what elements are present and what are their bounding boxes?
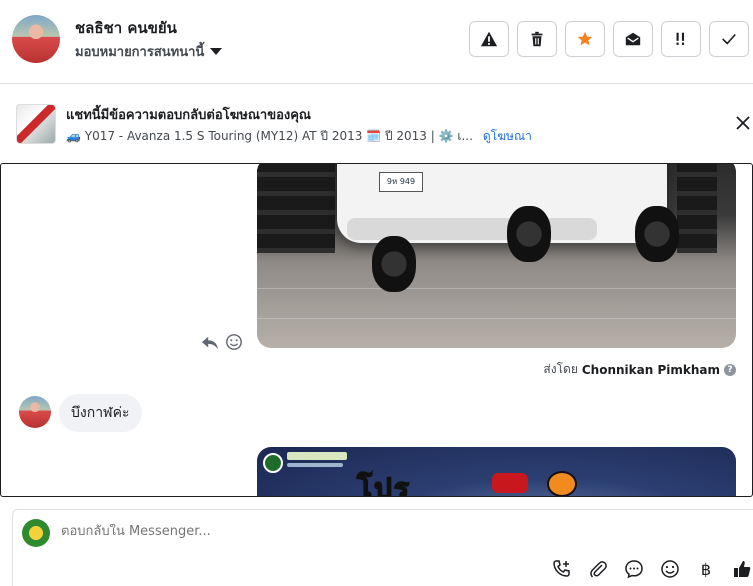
- like-button[interactable]: [731, 558, 753, 580]
- react-emoji-icon[interactable]: [225, 333, 243, 351]
- check-icon: [722, 33, 736, 45]
- ad-reply-banner: แชทนี้มีข้อความตอบกลับต่อโฆษณาของคุณ 🚙 Y…: [0, 96, 753, 154]
- mark-done-button[interactable]: [709, 21, 749, 57]
- page-avatar: [22, 519, 50, 547]
- pumpkin-graphic: [547, 471, 577, 496]
- reply-icon[interactable]: [201, 335, 219, 351]
- tire-stack-image: [677, 164, 717, 253]
- emoji-button[interactable]: [659, 558, 681, 580]
- customer-avatar[interactable]: [19, 396, 51, 428]
- help-icon[interactable]: ?: [724, 363, 736, 376]
- star-icon: [577, 31, 593, 46]
- contact-avatar[interactable]: [12, 15, 60, 63]
- trash-icon: [531, 31, 543, 47]
- wheel-image: [635, 206, 679, 262]
- license-plate: 9ห 949: [379, 172, 423, 192]
- delete-button[interactable]: [517, 21, 557, 57]
- mark-unread-button[interactable]: [613, 21, 653, 57]
- floor-line: [257, 288, 736, 289]
- sent-by-prefix: ส่งโดย: [543, 362, 578, 376]
- smiley-icon: [661, 560, 679, 578]
- star-button[interactable]: [565, 21, 605, 57]
- thumbs-up-icon: [734, 561, 751, 577]
- ad-banner-subtitle: 🚙 Y017 - Avanza 1.5 S Touring (MY12) AT …: [66, 127, 532, 146]
- dealer-logo-text: [287, 452, 347, 460]
- contact-name[interactable]: ชลธิชา คนขยัน: [75, 16, 177, 40]
- report-button[interactable]: [469, 21, 509, 57]
- tire-stack-image: [295, 164, 335, 253]
- tire-stack-image: [257, 164, 297, 253]
- promo-title: โปร: [356, 471, 411, 497]
- wheel-image: [372, 236, 416, 292]
- ad-thumbnail[interactable]: [16, 104, 56, 144]
- dealer-logo: [263, 453, 283, 473]
- customer-message-bubble: บึงกาฬค่ะ: [59, 394, 142, 432]
- priority-button[interactable]: [661, 21, 701, 57]
- dealer-logo-subtext: [287, 463, 343, 467]
- composer-toolbar: ฿: [551, 558, 753, 580]
- view-ad-link[interactable]: ดูโฆษณา: [483, 127, 532, 146]
- baht-icon: ฿: [700, 559, 712, 579]
- message-thread[interactable]: 9ห 949 ส่งโดย Chonnikan Pimkham ? บึงกาฬ…: [0, 163, 753, 497]
- saved-replies-button[interactable]: [623, 558, 645, 580]
- reply-input[interactable]: [61, 524, 661, 539]
- phone-plus-icon: [553, 560, 570, 577]
- conversation-toolbar: [469, 21, 749, 57]
- call-button[interactable]: [551, 558, 573, 580]
- car-photo-attachment[interactable]: 9ห 949: [257, 164, 736, 348]
- envelope-open-icon: [625, 32, 641, 46]
- double-exclamation-icon: [676, 32, 685, 45]
- assign-label: มอบหมายการสนทนานี้: [75, 45, 205, 60]
- sent-by-name: Chonnikan Pimkham: [581, 362, 720, 377]
- reply-composer: ฿: [12, 509, 753, 586]
- promo-image-attachment[interactable]: โปร: [257, 447, 736, 497]
- attach-button[interactable]: [587, 558, 609, 580]
- warning-icon: [480, 31, 498, 47]
- chevron-down-icon: [210, 48, 223, 55]
- chat-bubble-icon: [625, 560, 643, 579]
- sent-by-label: ส่งโดย Chonnikan Pimkham ?: [543, 360, 736, 379]
- paperclip-icon: [590, 561, 607, 578]
- assign-conversation-dropdown[interactable]: มอบหมายการสนทนานี้: [75, 41, 223, 62]
- close-icon[interactable]: [733, 113, 753, 133]
- wheel-image: [507, 206, 551, 262]
- floor-line: [257, 318, 736, 319]
- conversation-header: ชลธิชา คนขยัน มอบหมายการสนทนานี้: [0, 0, 753, 84]
- payment-button[interactable]: ฿: [695, 558, 717, 580]
- promo-graphic: [492, 473, 528, 493]
- ad-description: 🚙 Y017 - Avanza 1.5 S Touring (MY12) AT …: [66, 129, 473, 143]
- ad-banner-title: แชทนี้มีข้อความตอบกลับต่อโฆษณาของคุณ: [66, 108, 311, 123]
